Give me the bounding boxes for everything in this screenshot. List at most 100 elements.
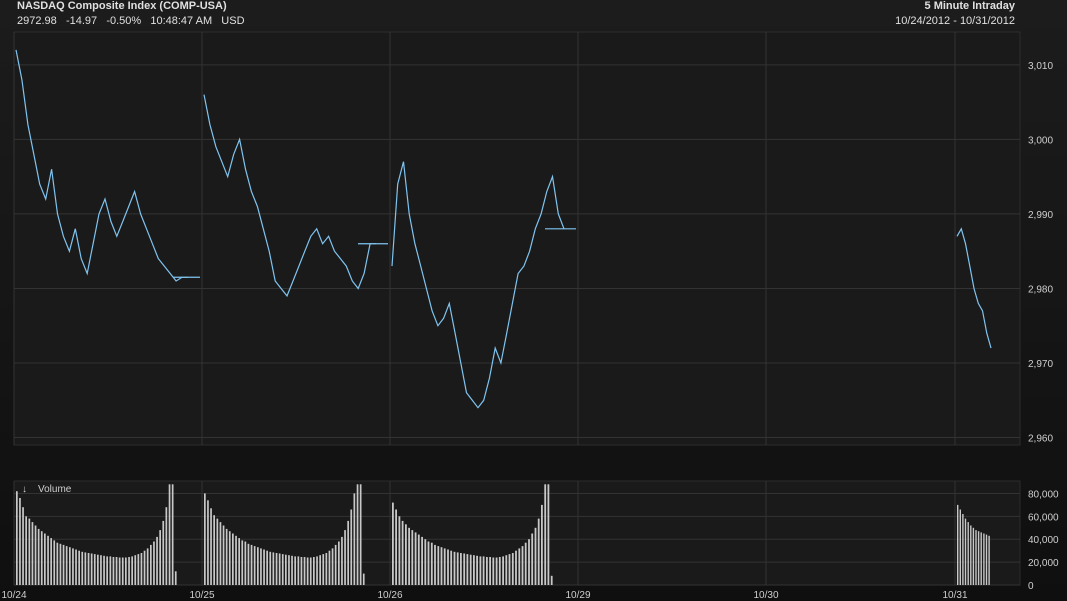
volume-bar <box>322 554 325 585</box>
volume-bar <box>460 553 462 585</box>
date-tick-label: 10/31 <box>942 590 967 601</box>
volume-bar <box>278 553 281 585</box>
volume-bar <box>150 544 152 585</box>
price-tick-label: 2,990 <box>1028 210 1053 221</box>
volume-bar <box>463 553 466 585</box>
volume-bar <box>479 556 482 585</box>
volume-bar <box>502 556 504 585</box>
volume-bar <box>408 527 410 585</box>
volume-bar <box>44 533 46 585</box>
volume-bar <box>97 554 99 585</box>
volume-bar <box>78 550 80 585</box>
volume-bar <box>291 555 293 585</box>
volume-tick-label: 80,000 <box>1028 489 1059 500</box>
volume-bar <box>115 557 118 585</box>
volume-bar <box>257 547 259 585</box>
volume-bar <box>244 541 247 585</box>
volume-bar <box>204 493 206 585</box>
volume-bar <box>253 546 256 585</box>
volume-bar <box>964 518 967 585</box>
volume-bar <box>338 541 340 585</box>
volume-bar <box>443 548 446 585</box>
price-tick-label: 3,000 <box>1028 135 1053 146</box>
volume-bar <box>427 541 430 585</box>
volume-bar <box>550 575 553 585</box>
volume-bar <box>250 544 253 585</box>
volume-bar <box>121 557 124 585</box>
volume-bar <box>476 555 478 585</box>
volume-bar <box>395 509 397 585</box>
volume-bar <box>534 527 537 585</box>
volume-bar <box>492 557 495 585</box>
volume-bar <box>269 551 272 585</box>
date-tick-label: 10/26 <box>377 590 402 601</box>
volume-bar <box>405 524 407 585</box>
volume-bar <box>235 535 237 585</box>
volume-bar <box>100 555 102 585</box>
volume-tick-label: 0 <box>1028 581 1034 592</box>
volume-bar <box>275 553 278 585</box>
volume-bar <box>31 522 34 585</box>
volume-bar <box>103 555 105 585</box>
volume-bar <box>207 500 209 585</box>
volume-bar <box>247 543 250 585</box>
volume-bar <box>210 508 212 585</box>
volume-bar <box>303 557 306 585</box>
volume-bar <box>440 547 443 585</box>
volume-bar <box>489 557 491 585</box>
volume-title: Volume <box>38 484 72 495</box>
volume-bar <box>511 553 514 585</box>
volume-bar <box>162 520 165 585</box>
volume-bar <box>16 491 18 585</box>
volume-bar <box>93 554 96 585</box>
volume-bar <box>285 554 287 585</box>
volume-bar <box>434 544 436 585</box>
volume-bar <box>125 557 127 585</box>
volume-bar <box>238 538 240 585</box>
volume-bar <box>350 509 353 585</box>
volume-bar <box>531 533 534 585</box>
volume-bar <box>319 555 321 585</box>
volume-bar <box>225 528 228 585</box>
volume-bar <box>356 484 359 585</box>
volume-bar <box>975 530 977 585</box>
volume-bar <box>316 556 318 585</box>
volume-bar <box>146 548 149 585</box>
volume-bar <box>260 548 262 585</box>
volume-bar <box>453 551 456 585</box>
volume-bar <box>281 554 284 585</box>
volume-bar <box>109 556 112 585</box>
volume-bar <box>65 546 68 585</box>
volume-bar <box>228 531 231 585</box>
volume-bar <box>143 550 146 585</box>
volume-bar <box>473 555 475 585</box>
volume-bar <box>112 557 115 585</box>
volume-bar <box>967 522 969 585</box>
volume-bar <box>521 546 524 585</box>
volume-bar <box>430 542 433 585</box>
volume-bar <box>957 504 959 585</box>
volume-bar <box>219 522 222 585</box>
volume-bar <box>84 552 87 585</box>
volume-bar <box>69 547 71 585</box>
volume-bar <box>171 484 174 585</box>
volume-bar <box>90 553 93 585</box>
volume-bar <box>56 542 59 585</box>
volume-bar <box>537 518 540 585</box>
volume-tick-label: 40,000 <box>1028 535 1059 546</box>
volume-bar <box>128 557 130 585</box>
volume-bar <box>421 536 423 585</box>
price-volume-chart: 3,010 3,000 2,990 2,980 2,970 2,960 80,000 60,0… <box>1 31 1059 601</box>
volume-bar <box>288 555 290 585</box>
volume-bar <box>341 536 343 585</box>
volume-bar <box>159 530 161 585</box>
volume-bar <box>137 554 140 585</box>
volume-bar <box>328 550 331 585</box>
volume-bar <box>970 525 972 585</box>
volume-bar <box>411 530 414 585</box>
volume-bar <box>959 509 961 585</box>
volume-bar <box>81 551 84 585</box>
volume-bar <box>72 548 74 585</box>
volume-bar <box>988 535 990 585</box>
volume-bar <box>87 553 90 585</box>
